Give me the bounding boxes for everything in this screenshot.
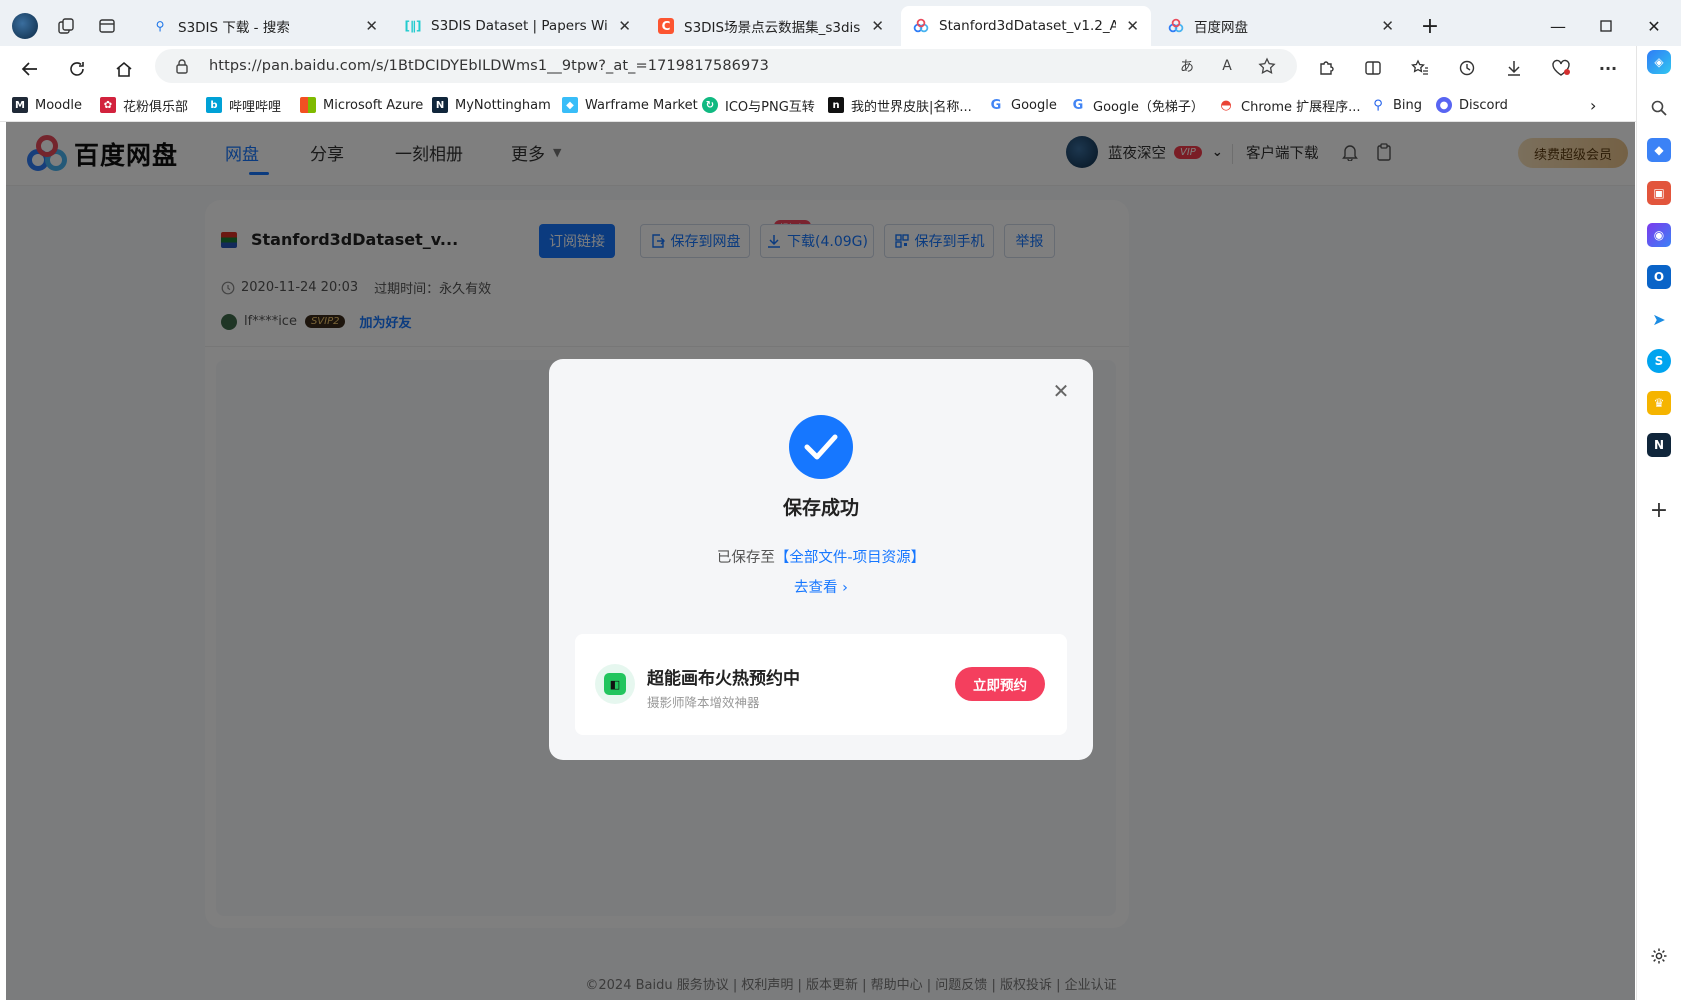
tab-baidu-pan[interactable]: 百度网盘 ✕ [1156, 8, 1406, 44]
address-toolbar: https://pan.baidu.com/s/1BtDCIDYEbILDWms… [0, 46, 1681, 90]
bookmark-warframe-market[interactable]: ◆ Warframe Market [562, 94, 698, 116]
sidebar-settings-icon[interactable] [1647, 944, 1671, 968]
profile-avatar-icon[interactable] [9, 10, 41, 42]
shopping-tag-icon[interactable]: ◆ [1647, 138, 1671, 162]
tab-csdn[interactable]: C S3DIS场景点云数据集_s3dis数据 ✕ [646, 8, 896, 44]
close-tab-icon[interactable]: ✕ [1126, 17, 1139, 35]
copilot-icon[interactable]: ◈ [1647, 50, 1671, 74]
telegram-icon[interactable]: ➤ [1647, 307, 1671, 331]
chevron-right-icon: › [842, 580, 848, 596]
refresh-icon[interactable] [61, 53, 93, 85]
bookmark-google-mirror[interactable]: G Google（免梯子） [1070, 94, 1204, 116]
search-icon: ⚲ [155, 19, 165, 33]
bookmark-chrome-extensions[interactable]: ◓ Chrome 扩展程序... [1218, 94, 1360, 116]
csdn-icon: C [658, 18, 674, 34]
promo-title: 超能画布火热预约中 [647, 669, 800, 689]
maximize-icon[interactable] [1592, 12, 1620, 40]
microsoft-icon [300, 97, 316, 113]
bookmark-google[interactable]: G Google [988, 94, 1057, 116]
promo-banner: ◧ 超能画布火热预约中 摄影师降本增效神器 立即预约 [575, 634, 1067, 735]
edge-sidebar: ◈ ◆ ▣ ◉ O ➤ S ♛ N + [1636, 46, 1681, 1000]
browser-tab-bar: ⚲ S3DIS 下载 - 搜索 ✕ [∥] S3DIS Dataset | Pa… [0, 0, 1681, 52]
workspaces-icon[interactable] [50, 10, 82, 42]
go-view-link[interactable]: 去查看 › [549, 576, 1093, 597]
vertical-tabs-icon[interactable] [91, 10, 123, 42]
google-icon: G [1072, 97, 1084, 113]
search-icon: ⚲ [1373, 97, 1383, 113]
bilibili-icon: b [206, 97, 222, 113]
warframe-icon: ◆ [562, 97, 578, 113]
split-screen-icon[interactable] [1359, 54, 1387, 82]
favorite-star-icon[interactable] [1257, 56, 1277, 76]
mynottingham-sidebar-icon[interactable]: N [1647, 433, 1671, 457]
more-menu-icon[interactable]: ··· [1594, 54, 1622, 82]
paperswithcode-icon: [∥] [404, 19, 422, 33]
saved-location: 已保存至【全部文件-项目资源】 [716, 550, 926, 566]
moodle-icon: M [12, 97, 28, 113]
bookmark-huafen[interactable]: ✿ 花粉俱乐部 [100, 94, 188, 116]
convert-icon: ↻ [702, 97, 718, 113]
tab-stanford-dataset[interactable]: Stanford3dDataset_v1.2_Aligned_ ✕ [901, 6, 1151, 46]
baidu-pan-icon [1168, 18, 1184, 34]
add-sidebar-app-icon[interactable]: + [1647, 498, 1671, 523]
bookmark-moodle[interactable]: M Moodle [12, 94, 82, 116]
reserve-now-button[interactable]: 立即预约 [955, 667, 1045, 701]
save-success-dialog: ✕ 保存成功 已保存至【全部文件-项目资源】 去查看 › ◧ 超能画布火热预约中… [549, 359, 1093, 760]
close-tab-icon[interactable]: ✕ [871, 17, 884, 35]
lock-icon[interactable] [175, 58, 191, 74]
favorites-icon[interactable] [1406, 54, 1434, 82]
tab-papers-with-code[interactable]: [∥] S3DIS Dataset | Papers With Code ✕ [393, 8, 643, 44]
close-icon[interactable]: ✕ [1051, 379, 1071, 403]
microsoft365-icon[interactable]: ◉ [1647, 223, 1671, 247]
extensions-icon[interactable] [1312, 54, 1340, 82]
discord-icon: ● [1436, 97, 1452, 113]
more-bookmarks-chevron-icon[interactable]: › [1590, 94, 1596, 116]
minecraft-icon: n [828, 97, 844, 113]
promo-subtitle: 摄影师降本增效神器 [647, 695, 760, 710]
bookmark-azure[interactable]: Microsoft Azure [300, 94, 423, 116]
baidu-pan-icon [913, 18, 929, 34]
games-medal-icon[interactable]: ♛ [1647, 391, 1671, 415]
tab-s3dis-search[interactable]: ⚲ S3DIS 下载 - 搜索 ✕ [140, 8, 390, 44]
bookmark-ico-png[interactable]: ↻ ICO与PNG互转 [702, 94, 815, 116]
search-icon[interactable] [1647, 96, 1671, 120]
downloads-icon[interactable] [1500, 54, 1528, 82]
close-tab-icon[interactable]: ✕ [1381, 17, 1394, 35]
home-icon[interactable] [108, 53, 140, 85]
bookmark-bing[interactable]: ⚲ Bing [1370, 94, 1422, 116]
dialog-title: 保存成功 [782, 497, 859, 519]
browser-essentials-icon[interactable] [1547, 54, 1575, 82]
outlook-icon[interactable]: O [1647, 265, 1671, 289]
back-icon[interactable] [14, 53, 46, 85]
bookmarks-bar: M Moodle ✿ 花粉俱乐部 b 哔哩哔哩 Microsoft Azure N My… [0, 88, 1636, 122]
new-tab-icon[interactable]: + [1416, 12, 1444, 40]
translate-icon[interactable]: あ [1177, 56, 1197, 76]
close-tab-icon[interactable]: ✕ [365, 17, 378, 35]
huawei-icon: ✿ [100, 97, 116, 113]
saved-path-link[interactable]: 【全部文件-项目资源】 [775, 550, 925, 566]
address-bar[interactable]: https://pan.baidu.com/s/1BtDCIDYEbILDWms… [155, 49, 1297, 83]
check-circle-icon [789, 415, 853, 479]
bookmark-minecraft-skin[interactable]: n 我的世界皮肤|名称... [828, 94, 972, 116]
bookmark-discord[interactable]: ● Discord [1436, 94, 1508, 116]
minimize-icon[interactable]: — [1544, 12, 1572, 40]
history-icon[interactable] [1453, 54, 1481, 82]
chrome-store-icon: ◓ [1220, 97, 1232, 113]
read-aloud-icon[interactable]: A [1217, 56, 1237, 76]
canvas-app-icon: ◧ [595, 664, 635, 704]
google-icon: G [990, 97, 1002, 113]
nottingham-icon: N [432, 97, 448, 113]
skype-icon[interactable]: S [1647, 349, 1671, 373]
close-window-icon[interactable]: ✕ [1640, 12, 1668, 40]
url-text[interactable]: https://pan.baidu.com/s/1BtDCIDYEbILDWms… [209, 58, 769, 74]
bookmark-mynottingham[interactable]: N MyNottingham [432, 94, 551, 116]
bookmark-bilibili[interactable]: b 哔哩哔哩 [206, 94, 281, 116]
close-tab-icon[interactable]: ✕ [618, 17, 631, 35]
tools-briefcase-icon[interactable]: ▣ [1647, 181, 1671, 205]
